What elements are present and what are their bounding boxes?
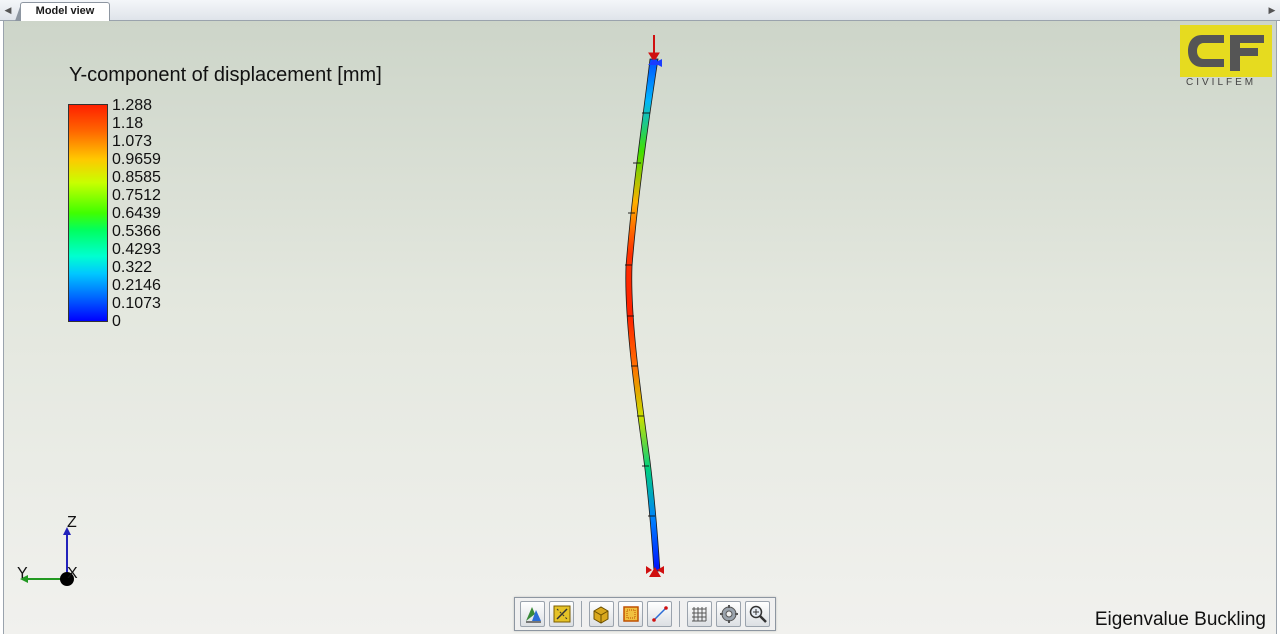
tab-model-view[interactable]: Model view bbox=[15, 2, 110, 21]
load-arrow bbox=[648, 35, 660, 62]
wireframe-box-button[interactable] bbox=[618, 601, 644, 627]
model-viewport[interactable]: Y-component of displacement [mm] 1.288 1.… bbox=[3, 21, 1277, 634]
logo-text: CIVILFEM bbox=[1186, 77, 1257, 88]
tab-scroll-left-icon[interactable]: ◀ bbox=[1, 2, 15, 18]
line-view-button[interactable] bbox=[647, 601, 673, 627]
settings-gear-icon bbox=[719, 605, 738, 623]
wireframe-box-icon bbox=[622, 606, 639, 622]
toolbar-separator bbox=[679, 601, 680, 627]
settings-gear-button[interactable] bbox=[716, 601, 742, 627]
line-view-icon bbox=[651, 606, 668, 622]
analysis-type-label: Eigenvalue Buckling bbox=[1094, 609, 1266, 630]
deformed-column-model bbox=[20, 35, 664, 586]
tab-scroll-right-icon[interactable]: ▶ bbox=[1265, 2, 1279, 18]
mesh-grid-icon bbox=[692, 607, 707, 622]
toolbar-separator bbox=[581, 601, 582, 627]
deformed-shape-icon bbox=[553, 605, 571, 623]
column-body bbox=[625, 58, 661, 572]
result-contour-button[interactable] bbox=[520, 601, 546, 627]
solid-view-icon bbox=[593, 606, 609, 624]
tab-strip: ◀ Model view ▶ bbox=[0, 0, 1280, 21]
view-toolbar bbox=[514, 597, 776, 631]
bottom-support bbox=[646, 566, 664, 577]
axis-z-label: Z bbox=[67, 514, 77, 531]
axis-triad bbox=[20, 527, 74, 586]
deformed-shape-button[interactable] bbox=[549, 601, 575, 627]
solid-view-button[interactable] bbox=[588, 601, 614, 627]
axis-y-label: Y bbox=[17, 565, 28, 582]
zoom-fit-icon bbox=[749, 605, 767, 623]
result-contour-icon bbox=[525, 607, 541, 623]
mesh-grid-button[interactable] bbox=[686, 601, 712, 627]
axis-x-label: X bbox=[67, 565, 78, 582]
zoom-fit-button[interactable] bbox=[745, 601, 771, 627]
